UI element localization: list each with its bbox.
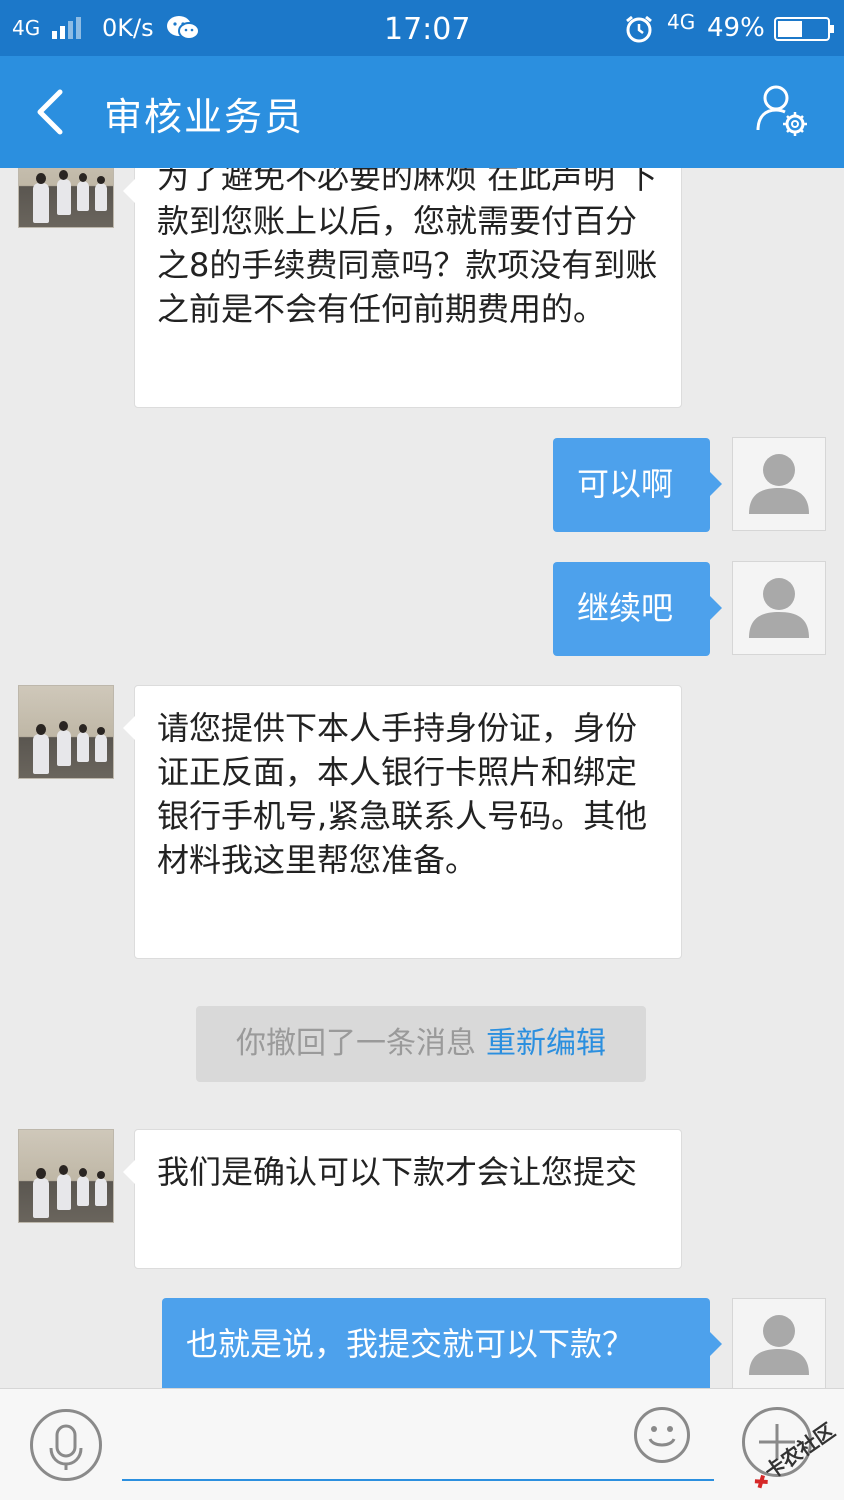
clock: 17:07	[384, 12, 471, 47]
network-speed: 0K/s	[102, 14, 154, 42]
avatar[interactable]	[18, 685, 114, 779]
network-type: 4G	[12, 16, 41, 40]
nav-bar: 审核业务员	[0, 56, 844, 168]
avatar-default-icon[interactable]	[732, 561, 826, 655]
message-bubble-outgoing[interactable]: 继续吧	[553, 562, 722, 656]
status-bar: 4G 0K/s 17:07 4G 49%	[0, 0, 844, 56]
avatar-default-icon[interactable]	[732, 1298, 826, 1388]
avatar[interactable]	[18, 168, 114, 228]
wechat-icon	[166, 15, 200, 41]
signal-icon	[52, 17, 86, 39]
message-bubble-incoming[interactable]: 为了避免不必要的麻烦 在此声明 下款到您账上以后，您就需要付百分之8的手续费同意…	[123, 168, 682, 408]
microphone-icon[interactable]	[30, 1409, 102, 1481]
svg-text:卡农社区: 卡农社区	[760, 1419, 839, 1484]
message-input[interactable]	[122, 1409, 714, 1481]
input-bar: 卡农社区	[0, 1388, 844, 1500]
recall-notice: 你撤回了一条消息 重新编辑	[196, 1006, 646, 1082]
avatar[interactable]	[18, 1129, 114, 1223]
back-icon[interactable]	[28, 86, 76, 138]
network-type-2: 4G	[667, 10, 696, 34]
chat-area[interactable]: 为了避免不必要的麻烦 在此声明 下款到您账上以后，您就需要付百分之8的手续费同意…	[0, 168, 844, 1388]
recall-text: 你撤回了一条消息	[236, 1026, 476, 1061]
emoji-icon[interactable]	[634, 1407, 690, 1463]
avatar-default-icon[interactable]	[732, 437, 826, 531]
message-bubble-outgoing[interactable]: 可以啊	[553, 438, 722, 532]
watermark-logo: 卡农社区	[744, 1418, 840, 1489]
battery-icon	[774, 17, 834, 41]
message-bubble-incoming[interactable]: 请您提供下本人手持身份证，身份证正反面，本人银行卡照片和绑定银行手机号,紧急联系…	[123, 685, 682, 959]
re-edit-link[interactable]: 重新编辑	[486, 1026, 606, 1061]
battery-percent: 49%	[707, 13, 765, 43]
profile-settings-icon[interactable]	[752, 82, 812, 142]
alarm-icon	[624, 14, 654, 44]
message-bubble-incoming[interactable]: 我们是确认可以下款才会让您提交	[123, 1129, 682, 1269]
page-title: 审核业务员	[104, 95, 305, 139]
message-bubble-outgoing[interactable]: 也就是说，我提交就可以下款？	[162, 1298, 722, 1388]
